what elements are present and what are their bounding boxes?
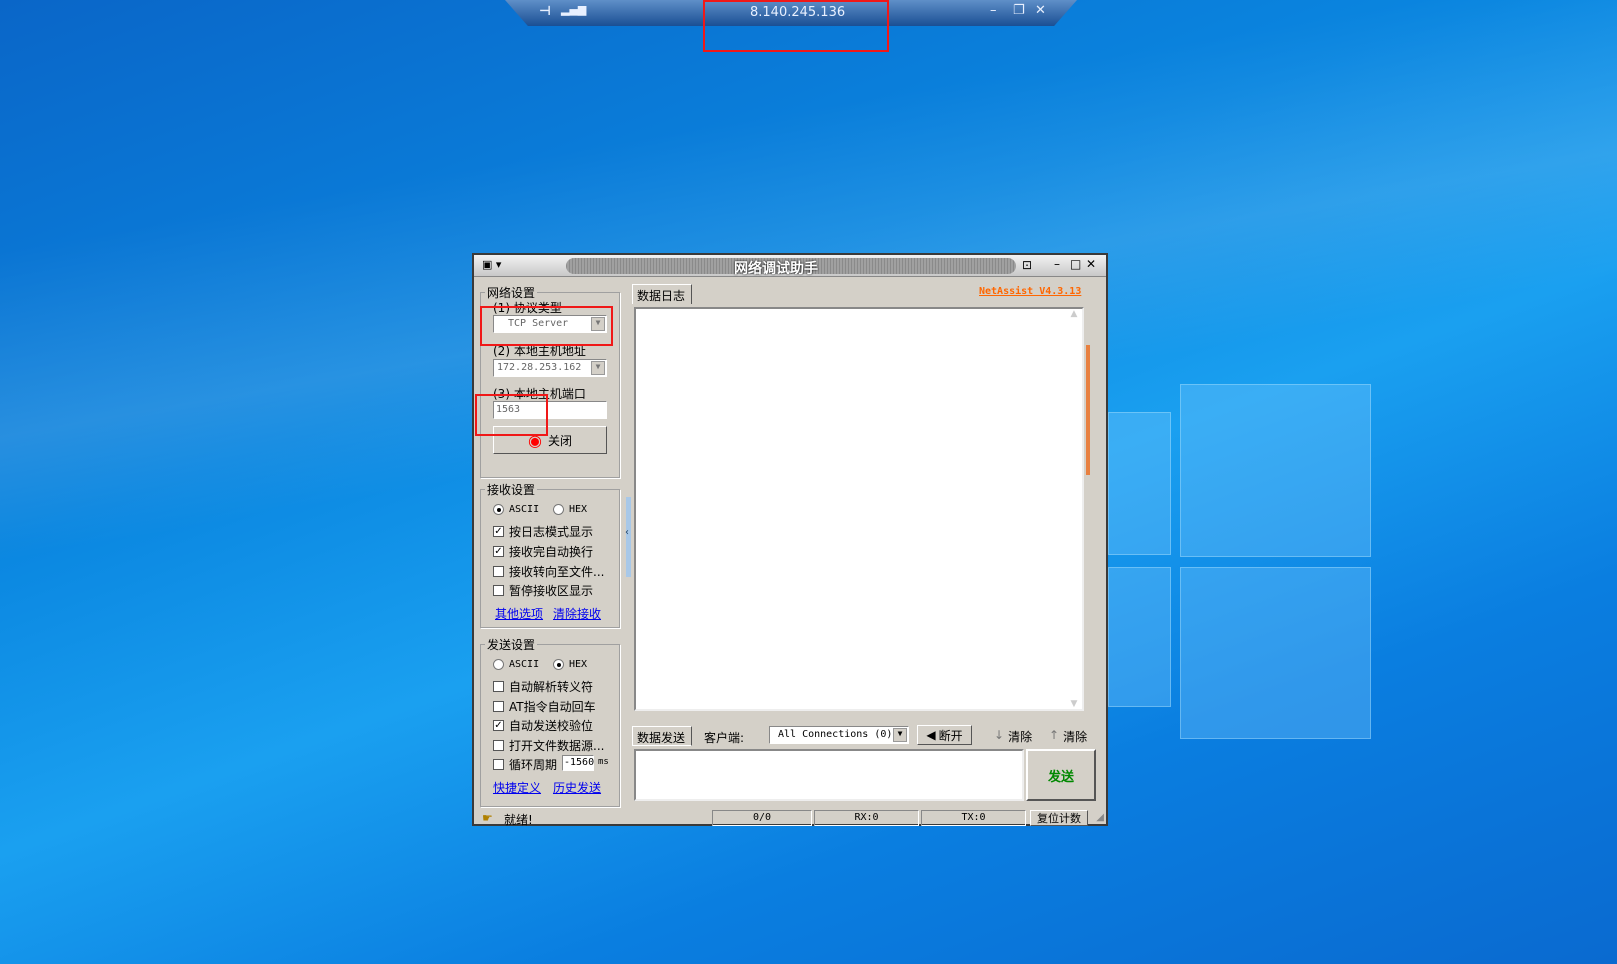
panel-collapse-handle[interactable]: ‹ bbox=[625, 497, 631, 577]
status-count: 0/0 bbox=[712, 810, 812, 826]
recv-log-mode-checkbox[interactable]: ✓ 按日志模式显示 bbox=[493, 523, 593, 540]
status-rx: RX:0 bbox=[814, 810, 919, 826]
title-bar: ▣ ▾ 网络调试助手 ⊡ – □ ✕ bbox=[474, 255, 1106, 277]
recv-to-file-checkbox[interactable]: 接收转向至文件... bbox=[493, 563, 604, 580]
log-scrollbar[interactable]: ▲ ▼ bbox=[1066, 309, 1082, 709]
period-input[interactable]: -1560 bbox=[562, 755, 594, 771]
signal-icon: ▂▄▆ bbox=[561, 3, 587, 16]
clear-send-button[interactable]: ↑ 清除 bbox=[1049, 728, 1087, 745]
send-settings-group: 发送设置 ASCII HEX 自动解析转义符 AT指令自动回车 ✓ 自动发送校验位… bbox=[480, 636, 620, 807]
send-button[interactable]: 发送 bbox=[1026, 749, 1096, 801]
tab-data-send[interactable]: 数据发送 bbox=[632, 726, 692, 746]
highlight-box bbox=[480, 306, 613, 346]
maximize-button[interactable]: □ bbox=[1070, 257, 1081, 271]
right-scroll-indicator bbox=[1086, 345, 1090, 475]
other-options-link[interactable]: 其他选项 bbox=[495, 605, 543, 622]
chevron-down-icon: ▼ bbox=[591, 361, 605, 375]
close-button[interactable]: ✕ bbox=[1086, 257, 1096, 271]
status-tx: TX:0 bbox=[921, 810, 1026, 826]
shortcut-link[interactable]: 快捷定义 bbox=[493, 779, 541, 796]
arrow-left-icon: ◀ bbox=[926, 728, 936, 742]
pin-icon[interactable]: ⊡ bbox=[1022, 258, 1032, 272]
hand-pointer-icon: ☛ bbox=[482, 811, 493, 825]
recv-pause-checkbox[interactable]: 暂停接收区显示 bbox=[493, 582, 593, 599]
send-ascii-radio[interactable]: ASCII bbox=[493, 659, 539, 670]
send-hex-radio[interactable]: HEX bbox=[553, 659, 587, 670]
netassist-window: ▣ ▾ 网络调试助手 ⊡ – □ ✕ 网络设置 (1) 协议类型 TCP Ser… bbox=[472, 253, 1108, 828]
resize-grip-icon[interactable]: ◢ bbox=[1096, 812, 1104, 823]
clear-receive-link[interactable]: 清除接收 bbox=[553, 605, 601, 622]
status-text: 就绪! bbox=[504, 813, 533, 827]
client-select[interactable]: All Connections (0) ▼ bbox=[769, 726, 909, 744]
loop-period-checkbox[interactable]: 循环周期 bbox=[493, 756, 557, 773]
file-source-checkbox[interactable]: 打开文件数据源... bbox=[493, 737, 604, 754]
arrow-up-icon: ↑ bbox=[1049, 728, 1060, 742]
history-link[interactable]: 历史发送 bbox=[553, 779, 601, 796]
group-title: 发送设置 bbox=[485, 636, 538, 653]
highlight-box bbox=[703, 0, 889, 52]
escape-parse-checkbox[interactable]: 自动解析转义符 bbox=[493, 678, 593, 695]
highlight-box bbox=[475, 394, 548, 436]
recv-hex-radio[interactable]: HEX bbox=[553, 504, 587, 515]
window-title: 网络调试助手 bbox=[734, 261, 818, 277]
tab-data-log[interactable]: 数据日志 bbox=[632, 284, 692, 304]
arrow-down-icon: ↓ bbox=[994, 728, 1005, 742]
recv-auto-newline-checkbox[interactable]: ✓ 接收完自动换行 bbox=[493, 543, 593, 560]
minimize-icon[interactable]: – bbox=[990, 3, 997, 18]
recv-ascii-radio[interactable]: ASCII bbox=[493, 504, 539, 515]
send-input[interactable] bbox=[634, 749, 1024, 801]
version-link[interactable]: NetAssist V4.3.13 bbox=[979, 286, 1081, 297]
group-title: 接收设置 bbox=[485, 481, 538, 498]
reset-count-button[interactable]: 复位计数 bbox=[1030, 810, 1088, 826]
app-menu-icon[interactable]: ▣ ▾ bbox=[482, 258, 501, 271]
pin-icon[interactable]: ⊣ bbox=[539, 4, 551, 19]
chevron-down-icon: ▼ bbox=[893, 728, 907, 742]
at-auto-enter-checkbox[interactable]: AT指令自动回车 bbox=[493, 698, 596, 715]
disconnect-button[interactable]: ◀ 断开 bbox=[917, 725, 972, 745]
period-unit: ms bbox=[598, 757, 609, 767]
auto-checksum-checkbox[interactable]: ✓ 自动发送校验位 bbox=[493, 717, 593, 734]
client-label: 客户端: bbox=[704, 731, 745, 745]
minimize-button[interactable]: – bbox=[1054, 257, 1060, 271]
receive-log-area[interactable]: ▲ ▼ bbox=[634, 307, 1084, 711]
host-select[interactable]: 172.28.253.162 ▼ bbox=[493, 359, 607, 377]
restore-icon[interactable]: ❐ bbox=[1013, 3, 1025, 18]
receive-settings-group: 接收设置 ASCII HEX ✓ 按日志模式显示 ✓ 接收完自动换行 接收转向至文件… bbox=[480, 481, 620, 628]
clear-receive-button[interactable]: ↓ 清除 bbox=[994, 728, 1032, 745]
close-icon[interactable]: ✕ bbox=[1035, 3, 1046, 18]
status-bar: ☛ 就绪! 0/0 RX:0 TX:0 复位计数 ◢ bbox=[474, 808, 1106, 828]
